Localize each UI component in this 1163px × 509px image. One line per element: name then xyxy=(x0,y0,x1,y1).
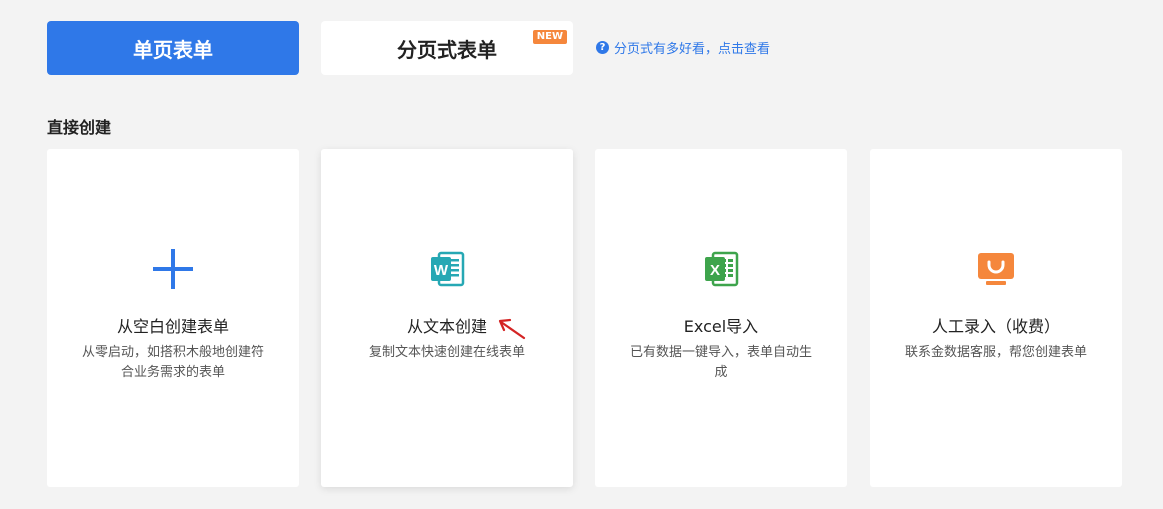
annotation-arrow-icon xyxy=(498,318,526,340)
manual-entry-card[interactable]: 人工录入（收费） 联系金数据客服，帮您创建表单 xyxy=(870,149,1122,487)
card-title: 从文本创建 xyxy=(406,317,487,336)
card-title: Excel导入 xyxy=(683,317,759,336)
single-page-form-tab[interactable]: 单页表单 xyxy=(47,21,299,75)
card-description: 已有数据一键导入，表单自动生成 xyxy=(629,345,812,380)
paged-form-tab[interactable]: 分页式表单 NEW xyxy=(321,21,573,75)
svg-text:X: X xyxy=(710,262,720,279)
paged-form-label: 分页式表单 xyxy=(397,37,497,62)
new-badge: NEW xyxy=(532,30,567,44)
excel-import-card[interactable]: X Excel导入 已有数据一键导入，表单自动生成 xyxy=(595,149,847,487)
svg-text:W: W xyxy=(434,262,449,279)
paged-form-help-link[interactable]: ? 分页式有多好看，点击查看 xyxy=(596,38,770,57)
plus-icon xyxy=(153,249,193,289)
support-monitor-icon xyxy=(978,253,1014,285)
word-icon: W xyxy=(431,251,465,287)
card-description: 联系金数据客服，帮您创建表单 xyxy=(904,345,1087,360)
single-page-form-label: 单页表单 xyxy=(133,37,213,62)
help-link-text: 分页式有多好看，点击查看 xyxy=(614,42,771,57)
create-blank-card[interactable]: 从空白创建表单 从零启动，如搭积木般地创建符合业务需求的表单 xyxy=(47,149,299,487)
question-icon: ? xyxy=(596,41,609,54)
create-from-text-card[interactable]: W 从文本创建 复制文本快速创建在线表单 xyxy=(321,149,573,487)
card-title: 从空白创建表单 xyxy=(116,317,229,336)
card-description: 从零启动，如搭积木般地创建符合业务需求的表单 xyxy=(81,345,264,380)
card-description: 复制文本快速创建在线表单 xyxy=(368,345,525,360)
section-title: 直接创建 xyxy=(47,118,112,137)
card-title: 人工录入（收费） xyxy=(931,317,1060,336)
excel-icon: X xyxy=(705,251,739,287)
